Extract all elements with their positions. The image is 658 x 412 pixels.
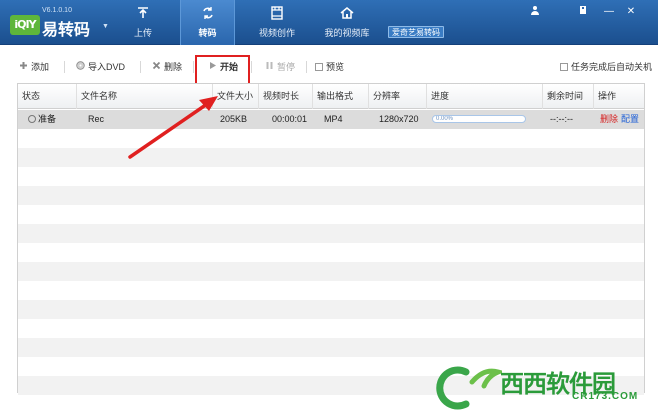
title-bar: iQIY V6.1.0.10 易转码 ▼ 上传 转码 视频创作 我的视频库 爱奇… xyxy=(0,0,658,45)
column-resolution[interactable]: 分辨率 xyxy=(369,84,427,109)
auto-shutdown-label: 任务完成后自动关机 xyxy=(571,62,653,72)
auto-shutdown-checkbox[interactable]: 任务完成后自动关机 xyxy=(560,57,652,77)
table-row xyxy=(18,281,644,300)
app-version: V6.1.0.10 xyxy=(42,7,72,14)
row-duration: 00:00:01 xyxy=(272,114,308,124)
preview-label: 预览 xyxy=(326,62,345,72)
table-row xyxy=(18,243,644,262)
brand-badge[interactable]: 爱奇艺易转码 xyxy=(388,26,444,38)
table-row[interactable]: 准备 Rec 205KB 00:00:01 MP4 1280x720 0.00%… xyxy=(18,110,644,129)
row-file-name: Rec xyxy=(88,114,105,124)
import-dvd-label: 导入DVD xyxy=(88,62,126,72)
table-row xyxy=(18,300,644,319)
column-output-format[interactable]: 输出格式 xyxy=(313,84,369,109)
table-row xyxy=(18,148,644,167)
row-remaining-time: --:--:-- xyxy=(550,114,573,124)
menu-icon[interactable] xyxy=(576,5,590,19)
watermark-logo-icon xyxy=(436,366,502,410)
column-status[interactable]: 状态 xyxy=(18,84,77,109)
film-icon xyxy=(252,6,302,22)
row-output-format: MP4 xyxy=(324,114,343,124)
disc-icon xyxy=(75,57,86,77)
row-progress-bar: 0.00% xyxy=(432,115,526,123)
row-file-size: 205KB xyxy=(220,114,248,124)
add-button-label: 添加 xyxy=(31,62,50,72)
tab-video-creation[interactable]: 视频创作 xyxy=(252,0,302,45)
toolbar-divider xyxy=(251,61,252,73)
site-watermark: 西西软件园 CR173.COM xyxy=(424,360,658,412)
column-duration[interactable]: 视频时长 xyxy=(259,84,313,109)
preview-checkbox[interactable]: 预览 xyxy=(315,57,344,77)
toolbar-divider xyxy=(306,61,307,73)
transcode-icon xyxy=(181,6,234,22)
table-header: 状态 文件名称 文件大小 视频时长 输出格式 分辨率 进度 剩余时间 操作 xyxy=(18,84,644,109)
add-button[interactable]: 添加 xyxy=(18,57,49,77)
tab-my-library-label: 我的视频库 xyxy=(324,28,370,38)
column-file-name[interactable]: 文件名称 xyxy=(77,84,213,109)
tab-transcode-label: 转码 xyxy=(198,28,217,38)
toolbar: 添加 导入DVD 删除 开始 暂停 预览 任务完成后自动关机 xyxy=(10,57,652,77)
table-row xyxy=(18,186,644,205)
preview-checkbox-box[interactable] xyxy=(315,63,323,71)
table-row xyxy=(18,319,644,338)
tab-video-creation-label: 视频创作 xyxy=(258,28,295,38)
pause-button-label: 暂停 xyxy=(277,62,296,72)
table-row xyxy=(18,205,644,224)
iqiyi-logo-icon: iQIY xyxy=(10,15,40,35)
home-icon xyxy=(318,6,376,22)
table-row xyxy=(18,262,644,281)
table-row xyxy=(18,338,644,357)
tab-transcode[interactable]: 转码 xyxy=(180,0,235,45)
app-logo: iQIY V6.1.0.10 易转码 ▼ xyxy=(10,6,110,39)
app-name: 易转码 xyxy=(42,20,91,39)
column-actions[interactable]: 操作 xyxy=(594,84,644,109)
toolbar-divider xyxy=(193,61,194,73)
delete-button[interactable]: 删除 xyxy=(151,57,182,77)
upload-icon xyxy=(123,6,163,22)
toolbar-divider xyxy=(64,61,65,73)
auto-shutdown-checkbox-box[interactable] xyxy=(560,63,568,71)
column-remaining-time[interactable]: 剩余时间 xyxy=(543,84,594,109)
row-progress-text: 0.00% xyxy=(436,116,454,122)
close-button[interactable]: ✕ xyxy=(624,5,638,19)
minimize-button[interactable]: — xyxy=(602,5,616,19)
table-body: 准备 Rec 205KB 00:00:01 MP4 1280x720 0.00%… xyxy=(18,110,644,395)
tab-upload-label: 上传 xyxy=(133,28,152,38)
row-config-link[interactable]: 配置 xyxy=(621,114,639,124)
delete-button-label: 删除 xyxy=(164,62,183,72)
watermark-url: CR173.COM xyxy=(572,391,639,402)
toolbar-divider xyxy=(140,61,141,73)
table-row xyxy=(18,129,644,148)
task-table: 状态 文件名称 文件大小 视频时长 输出格式 分辨率 进度 剩余时间 操作 准备… xyxy=(17,83,645,395)
row-actions: 删除 配置 xyxy=(596,110,639,129)
row-resolution: 1280x720 xyxy=(379,114,419,124)
row-status-text: 准备 xyxy=(38,114,57,124)
status-clock-icon xyxy=(28,115,36,123)
row-delete-link[interactable]: 删除 xyxy=(600,114,618,124)
pause-icon xyxy=(264,57,275,77)
row-status: 准备 xyxy=(24,110,56,129)
tab-upload[interactable]: 上传 xyxy=(123,0,163,45)
tab-my-library[interactable]: 我的视频库 xyxy=(318,0,376,45)
pause-button[interactable]: 暂停 xyxy=(264,57,295,77)
import-dvd-button[interactable]: 导入DVD xyxy=(75,57,125,77)
column-progress[interactable]: 进度 xyxy=(427,84,543,109)
table-row xyxy=(18,167,644,186)
user-icon[interactable] xyxy=(528,5,542,19)
app-menu-chevron-icon[interactable]: ▼ xyxy=(102,23,109,30)
delete-x-icon xyxy=(151,57,162,77)
column-file-size[interactable]: 文件大小 xyxy=(213,84,259,109)
table-row xyxy=(18,224,644,243)
plus-icon xyxy=(18,57,29,77)
